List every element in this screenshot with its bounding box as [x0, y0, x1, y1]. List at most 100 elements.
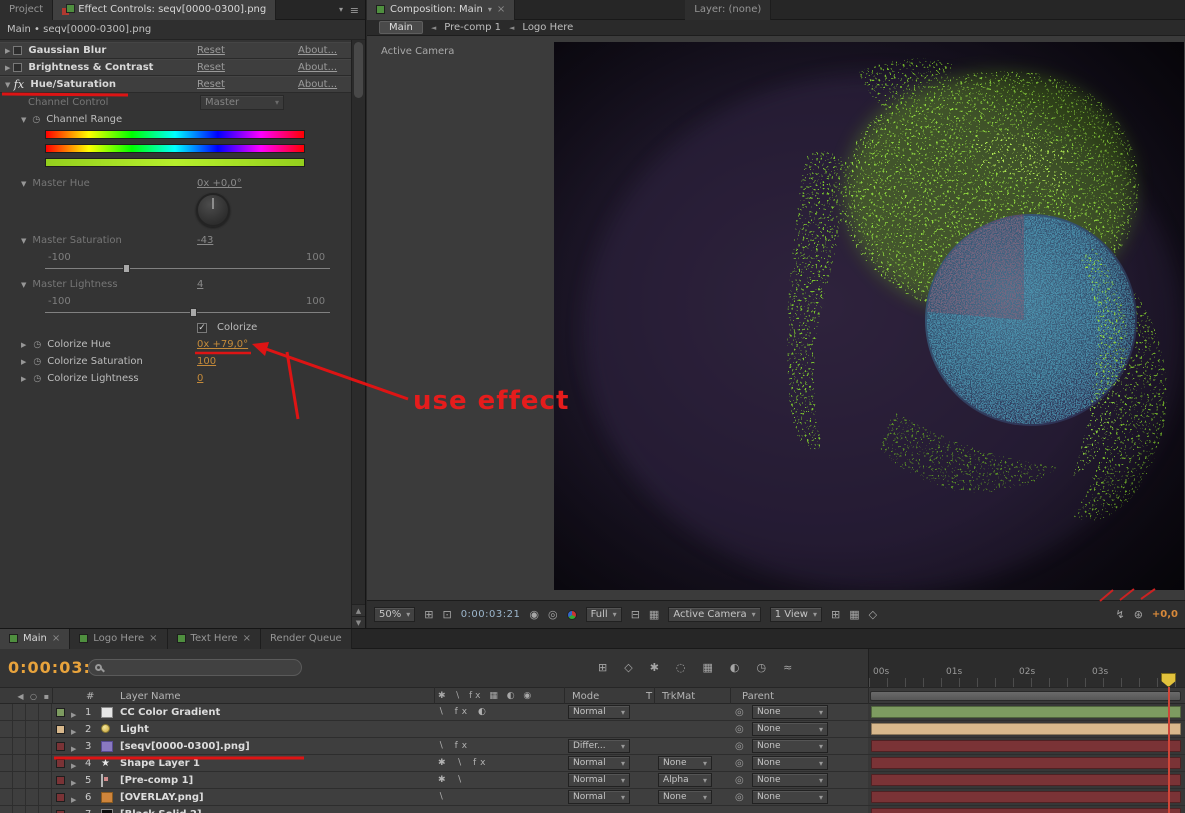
track-matte-select[interactable]: None — [658, 756, 712, 770]
label-color-chip[interactable] — [56, 776, 65, 785]
prop-colorize-lightness[interactable]: Colorize Lightness 0 — [0, 370, 351, 387]
expand-icon[interactable] — [5, 45, 10, 56]
layer-row-5[interactable]: 5 [Pre-comp 1] ✱ ∖ Normal Alpha None — [0, 772, 1185, 789]
layer-duration-bar[interactable] — [871, 774, 1181, 786]
layer-row-6[interactable]: 6 [OVERLAY.png] ∖ Normal None None — [0, 789, 1185, 806]
mode-column-header[interactable]: Mode — [572, 691, 599, 702]
solo-toggle[interactable] — [26, 755, 39, 771]
stopwatch-icon[interactable] — [33, 356, 41, 367]
about-link[interactable]: About... — [298, 62, 337, 73]
lock-toggle[interactable] — [39, 738, 52, 754]
safe-areas-icon[interactable] — [442, 608, 451, 621]
layer-duration-bar[interactable] — [871, 740, 1181, 752]
tab-caret-icon[interactable] — [488, 4, 492, 15]
audio-toggle[interactable] — [13, 772, 26, 788]
breadcrumb-precomp[interactable]: Pre-comp 1 — [444, 22, 501, 33]
composition-mini-flowchart-icon[interactable] — [598, 661, 607, 674]
pixel-aspect-icon[interactable] — [869, 608, 877, 621]
show-snapshot-icon[interactable] — [548, 608, 558, 621]
layer-duration-bar[interactable] — [871, 808, 1181, 813]
parent-select[interactable]: None — [752, 756, 828, 770]
graph-editor-icon[interactable] — [783, 661, 792, 674]
solo-toggle[interactable] — [26, 704, 39, 720]
show-channels-icon[interactable] — [566, 609, 577, 620]
audio-toggle[interactable] — [13, 704, 26, 720]
lock-toggle[interactable] — [39, 755, 52, 771]
slider-handle[interactable] — [123, 264, 130, 273]
hide-shy-layers-icon[interactable] — [676, 661, 686, 674]
reset-link[interactable]: Reset — [197, 79, 225, 90]
layer-name[interactable]: [seqv[0000-0300].png] — [120, 741, 250, 752]
layer-switches[interactable]: ∖ fx ◐ — [438, 707, 490, 717]
layer-switches[interactable]: ✱ ∖ — [438, 775, 466, 785]
expand-icon[interactable] — [71, 726, 76, 737]
parent-select[interactable]: None — [752, 739, 828, 753]
expand-icon[interactable] — [71, 760, 76, 771]
viewer-timecode[interactable]: 0:00:03:21 — [461, 609, 521, 620]
effect-enable-checkbox[interactable] — [13, 63, 23, 72]
track-matte-select[interactable]: None — [658, 790, 712, 804]
effect-row-gaussian-blur[interactable]: Gaussian Blur Reset About... — [0, 42, 351, 59]
expand-icon[interactable] — [21, 339, 26, 350]
layer-duration-bar[interactable] — [871, 706, 1181, 718]
tab-timeline-main[interactable]: Main — [0, 628, 71, 649]
composition-preview-image[interactable] — [554, 42, 1184, 590]
tab-layer-none[interactable]: Layer: (none) — [685, 0, 772, 20]
active-camera-select[interactable]: Active Camera — [668, 607, 761, 622]
time-ruler[interactable]: 00s 01s 02s 03s — [868, 649, 1185, 687]
slider-handle[interactable] — [190, 308, 197, 317]
stopwatch-icon[interactable] — [33, 373, 41, 384]
breadcrumb-logo[interactable]: Logo Here — [522, 22, 573, 33]
transparency-grid-icon[interactable] — [649, 608, 659, 621]
tab-close-icon[interactable] — [497, 4, 505, 15]
solo-toggle[interactable] — [26, 789, 39, 805]
audio-toggle[interactable] — [13, 789, 26, 805]
tab-close-icon[interactable] — [52, 633, 60, 644]
reset-link[interactable]: Reset — [197, 62, 225, 73]
layer-switches[interactable]: ✱ ∖ fx — [438, 758, 490, 768]
tab-composition-main[interactable]: Composition: Main — [367, 0, 516, 20]
pickwhip-icon[interactable] — [735, 758, 744, 769]
parent-select[interactable]: None — [752, 790, 828, 804]
layer-name-column-header[interactable]: Layer Name — [120, 691, 181, 702]
colorize-checkbox[interactable] — [197, 322, 207, 333]
master-hue-dial[interactable] — [196, 193, 230, 227]
colorize-hue-value[interactable]: 0x +79,0° — [197, 339, 248, 350]
layer-name[interactable]: [OVERLAY.png] — [120, 792, 204, 803]
blend-mode-select[interactable]: Normal — [568, 705, 630, 719]
layer-row-7[interactable]: 7 [Black Solid 2] — [0, 806, 1185, 813]
layer-row-4[interactable]: 4 Shape Layer 1 ✱ ∖ fx Normal None None — [0, 755, 1185, 772]
tab-project[interactable]: Project — [0, 0, 54, 20]
snapshot-icon[interactable] — [529, 608, 539, 621]
layer-name[interactable]: CC Color Gradient — [120, 707, 220, 718]
layer-name[interactable]: [Pre-comp 1] — [120, 775, 193, 786]
layer-row-1[interactable]: 1 CC Color Gradient ∖ fx ◐ Normal None — [0, 704, 1185, 721]
motion-blur-icon[interactable] — [730, 661, 740, 674]
solo-toggle[interactable] — [26, 721, 39, 737]
expand-icon[interactable] — [21, 235, 26, 246]
layer-row-3[interactable]: 3 [seqv[0000-0300].png] ∖ fx Differ... N… — [0, 738, 1185, 755]
resolution-select[interactable]: Full — [585, 607, 622, 622]
pickwhip-icon[interactable] — [735, 775, 744, 786]
work-area-bar[interactable] — [870, 691, 1181, 701]
layer-name[interactable]: Light — [120, 724, 149, 735]
video-toggle[interactable] — [0, 772, 13, 788]
colorize-lightness-value[interactable]: 0 — [197, 373, 203, 384]
blend-mode-select[interactable]: Normal — [568, 773, 630, 787]
parent-select[interactable]: None — [752, 722, 828, 736]
breadcrumb-current[interactable]: Main — [379, 21, 423, 34]
fast-previews-icon[interactable] — [1115, 608, 1124, 621]
label-color-chip[interactable] — [56, 793, 65, 802]
composition-viewer[interactable]: Active Camera — [367, 36, 1185, 600]
expand-icon[interactable] — [71, 709, 76, 720]
tab-effect-controls[interactable]: Effect Controls: seqv[0000-0300].png — [53, 0, 277, 20]
brainstorm-icon[interactable] — [650, 661, 659, 674]
prop-master-saturation[interactable]: Master Saturation -43 — [0, 232, 351, 249]
region-of-interest-icon[interactable] — [631, 608, 640, 621]
label-color-chip[interactable] — [56, 742, 65, 751]
scroll-up-icon[interactable]: ▲ — [352, 604, 365, 616]
layer-row-2[interactable]: 2 Light None — [0, 721, 1185, 738]
layer-search-input[interactable] — [88, 659, 302, 676]
blend-mode-select[interactable]: Differ... — [568, 739, 630, 753]
draft-3d-icon[interactable] — [624, 661, 632, 674]
